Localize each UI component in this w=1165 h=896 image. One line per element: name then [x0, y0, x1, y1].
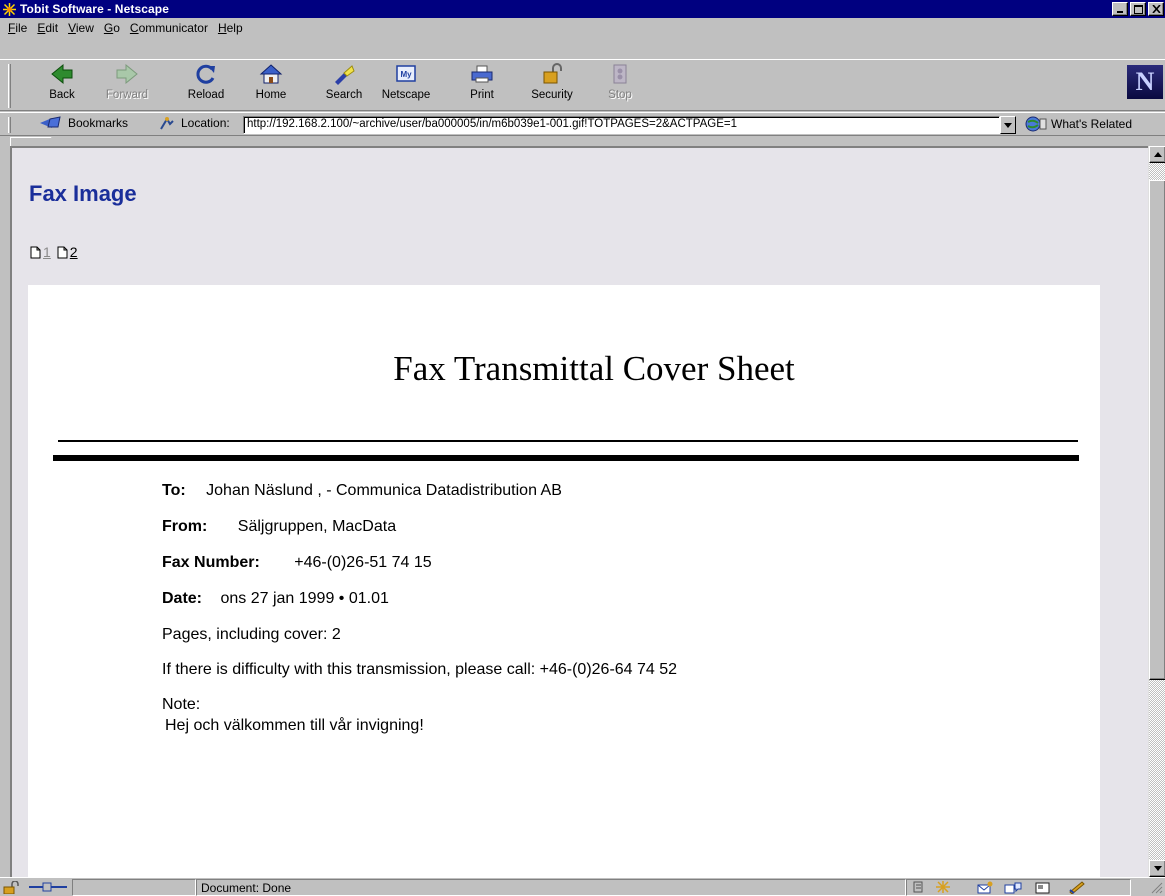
bookmarks-button[interactable]: Bookmarks: [38, 116, 128, 130]
fax-page-navigation: 1 2: [30, 244, 84, 260]
page-viewport: Fax Image 1 2 Fax Transmittal Cover Shee…: [10, 146, 1148, 877]
svg-text:My: My: [400, 70, 412, 79]
document-page-icon: [30, 246, 41, 258]
forward-arrow-icon: [113, 62, 141, 86]
fax-note-label: Note:: [162, 696, 201, 713]
menu-help[interactable]: Help: [213, 21, 248, 35]
whats-related-icon: [1025, 116, 1047, 132]
menu-file-label: ile: [15, 21, 28, 35]
minimize-button[interactable]: [1112, 2, 1128, 16]
close-icon: [1151, 5, 1161, 13]
navigation-toolbar: Back Forward Reload Home Search My Netsc…: [0, 59, 1165, 111]
arrow-down-icon: [1153, 866, 1162, 871]
forward-button[interactable]: Forward: [101, 62, 153, 106]
menu-communicator[interactable]: Communicator: [125, 21, 213, 35]
fax-to-value: Johan Näslund , - Communica Datadistribu…: [206, 482, 562, 499]
chevron-down-icon: [1004, 122, 1012, 128]
back-arrow-icon: [48, 62, 76, 86]
maximize-icon: [1133, 4, 1143, 14]
toolbar-grip[interactable]: [8, 64, 11, 108]
url-field[interactable]: http://192.168.2.100/~archive/user/ba000…: [243, 116, 1000, 134]
padlock-icon: [538, 62, 566, 86]
search-flashlight-icon: [330, 62, 358, 86]
collapsed-toolbar-tab[interactable]: [10, 137, 58, 146]
fax-date-row: Date: ons 27 jan 1999 • 01.01: [162, 590, 389, 608]
fax-number-value: +46-(0)26-51 74 15: [294, 554, 432, 571]
navigator-icon[interactable]: [912, 880, 930, 894]
scroll-down-button[interactable]: [1149, 860, 1165, 877]
status-text-cell: [196, 879, 906, 896]
location-drag-icon[interactable]: [158, 116, 176, 130]
bookmarks-icon: [40, 116, 61, 128]
address-book-icon[interactable]: [1034, 880, 1052, 894]
progress-meter: [72, 879, 196, 896]
composer-icon[interactable]: [1068, 880, 1086, 894]
mail-icon[interactable]: [976, 880, 994, 894]
netscape-logo[interactable]: N: [1127, 65, 1163, 99]
fax-from-row: From: Säljgruppen, MacData: [162, 518, 396, 536]
whats-related-button[interactable]: What's Related: [1024, 116, 1132, 132]
fax-number-row: Fax Number: +46-(0)26-51 74 15: [162, 554, 432, 572]
maximize-button[interactable]: [1130, 2, 1146, 16]
discussion-groups-icon[interactable]: [1004, 880, 1022, 894]
fax-date-label: Date:: [162, 590, 203, 607]
fax-number-label: Fax Number:: [162, 554, 260, 571]
divider-thick: [53, 455, 1079, 461]
menu-edit[interactable]: Edit: [32, 21, 63, 35]
menu-view[interactable]: View: [63, 21, 99, 35]
reload-icon: [192, 62, 220, 86]
security-lock-icon[interactable]: [2, 880, 20, 894]
reload-button[interactable]: Reload: [180, 62, 232, 106]
printer-icon: [468, 62, 496, 86]
fax-pages-text: Pages, including cover: 2: [162, 626, 341, 643]
window-title: Tobit Software - Netscape: [20, 2, 169, 16]
scrollbar-thumb[interactable]: [1149, 180, 1165, 680]
page-link-2[interactable]: 2: [57, 244, 78, 260]
location-toolbar-grip[interactable]: [8, 117, 11, 133]
home-icon: [257, 62, 285, 86]
fax-to-row: To: Johan Näslund , - Communica Datadist…: [162, 482, 562, 500]
scroll-up-button[interactable]: [1149, 146, 1165, 163]
page-title: Fax Image: [29, 181, 137, 206]
fax-note-text: Hej och välkommen till vår invigning!: [165, 717, 424, 734]
vertical-scrollbar[interactable]: [1148, 146, 1165, 877]
arrow-up-icon: [1153, 152, 1162, 157]
menu-go[interactable]: Go: [99, 21, 125, 35]
title-bar: Tobit Software - Netscape: [0, 0, 1165, 18]
divider-thin: [58, 440, 1078, 442]
search-button[interactable]: Search: [318, 62, 370, 106]
status-text: Document: Done: [201, 881, 292, 895]
online-connection-icon[interactable]: [28, 880, 68, 894]
netscape-app-icon[interactable]: [1, 1, 17, 17]
fax-image: Fax Transmittal Cover Sheet To: Johan Nä…: [28, 285, 1100, 877]
status-bar: Document: Done: [0, 877, 1165, 896]
close-button[interactable]: [1148, 2, 1164, 16]
location-label: Location:: [158, 116, 230, 130]
browser-icon[interactable]: [934, 880, 952, 894]
stop-icon: [606, 62, 634, 86]
page-link-1[interactable]: 1: [30, 244, 51, 260]
back-button[interactable]: Back: [36, 62, 88, 106]
resize-grip-icon[interactable]: [1147, 880, 1165, 894]
home-button[interactable]: Home: [245, 62, 297, 106]
fax-from-label: From:: [162, 518, 208, 535]
security-button[interactable]: Security: [526, 62, 578, 106]
fax-from-value: Säljgruppen, MacData: [237, 518, 397, 535]
print-button[interactable]: Print: [456, 62, 508, 106]
document-page-icon: [57, 246, 68, 258]
my-netscape-button[interactable]: My Netscape: [380, 62, 432, 106]
menu-file[interactable]: File: [3, 21, 32, 35]
fax-cover-title: Fax Transmittal Cover Sheet: [393, 349, 795, 388]
minimize-icon: [1117, 11, 1123, 13]
url-history-dropdown[interactable]: [1000, 116, 1016, 134]
fax-difficulty-text: If there is difficulty with this transmi…: [162, 661, 678, 678]
stop-button[interactable]: Stop: [594, 62, 646, 106]
fax-to-label: To:: [162, 482, 186, 499]
collapsed-toolbar-strip: [0, 137, 1165, 146]
my-netscape-icon: My: [392, 62, 420, 86]
fax-date-value: ons 27 jan 1999 • 01.01: [220, 590, 389, 607]
menu-bar: File Edit View Go Communicator Help: [0, 18, 1165, 38]
window-controls: [1112, 2, 1164, 16]
location-toolbar: Bookmarks Location: http://192.168.2.100…: [0, 112, 1165, 136]
